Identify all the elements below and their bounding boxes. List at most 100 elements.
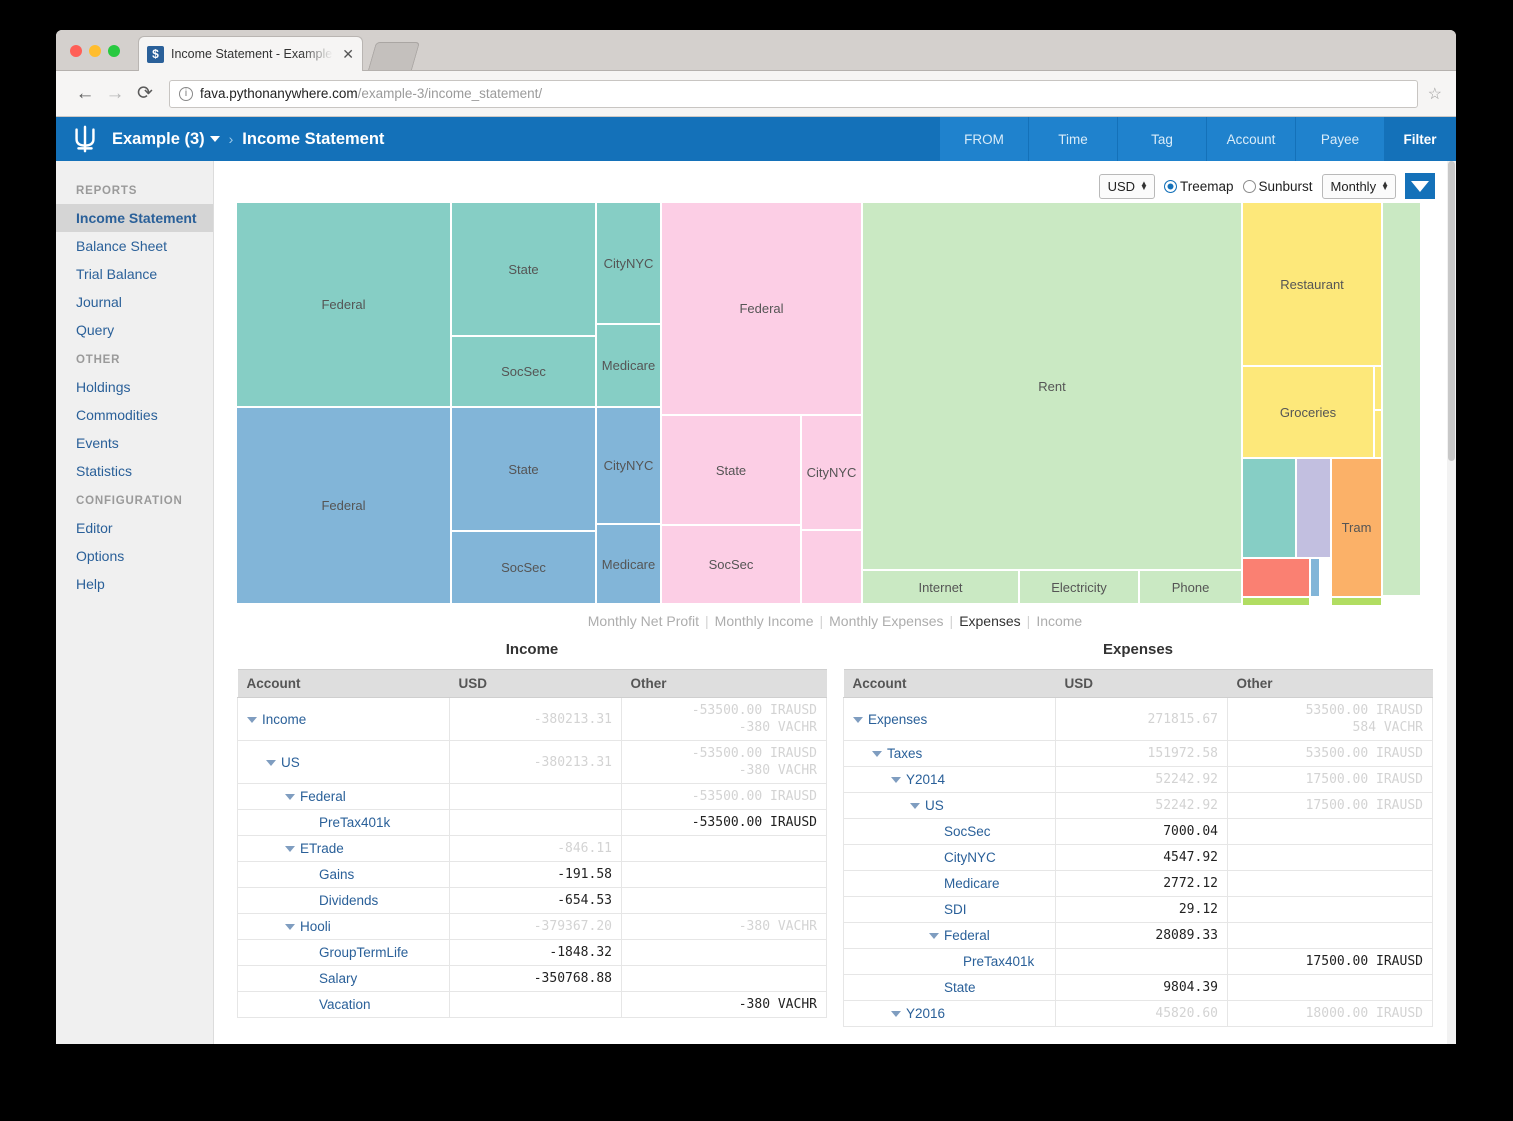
table-row[interactable]: Vacation -380 VACHR <box>237 991 827 1018</box>
treemap-cell-federal[interactable]: Federal <box>662 203 861 414</box>
treemap-cell-citynyc[interactable]: CityNYC <box>802 416 861 529</box>
column-header-usd[interactable]: USD <box>1055 669 1228 698</box>
sidebar-item-balance-sheet[interactable]: Balance Sheet <box>56 232 213 260</box>
forward-icon[interactable]: → <box>100 83 130 105</box>
table-row[interactable]: PreTax401k 17500.00 IRAUSD <box>843 948 1433 975</box>
account-cell[interactable]: US <box>237 740 450 784</box>
chevron-down-icon[interactable] <box>285 846 295 852</box>
table-row[interactable]: ETrade -846.11 <box>237 835 827 862</box>
mode-treemap-radio[interactable]: Treemap <box>1163 179 1234 194</box>
chart-toggle-button[interactable] <box>1405 173 1435 199</box>
account-cell[interactable]: Gains <box>237 861 450 888</box>
table-row[interactable]: Y2014 52242.92 17500.00 IRAUSD <box>843 766 1433 793</box>
table-row[interactable]: US -380213.31 -53500.00 IRAUSD -380 VACHR <box>237 740 827 784</box>
account-cell[interactable]: Vacation <box>237 991 450 1018</box>
table-row[interactable]: PreTax401k -53500.00 IRAUSD <box>237 809 827 836</box>
table-row[interactable]: SocSec 7000.04 <box>843 818 1433 845</box>
table-row[interactable]: Medicare 2772.12 <box>843 870 1433 897</box>
table-row[interactable]: SDI 29.12 <box>843 896 1433 923</box>
treemap-cell-state[interactable]: State <box>452 203 595 335</box>
account-cell[interactable]: PreTax401k <box>843 948 1056 975</box>
chevron-down-icon[interactable] <box>853 716 863 723</box>
treemap-cell-federal[interactable]: Federal <box>237 203 450 406</box>
table-row[interactable]: Salary -350768.88 <box>237 965 827 992</box>
table-row[interactable]: Hooli -379367.20 -380 VACHR <box>237 913 827 940</box>
treemap-cell-tram[interactable]: Tram <box>1332 459 1381 596</box>
info-icon[interactable]: i <box>179 86 193 101</box>
chart-link-income[interactable]: Income <box>1030 613 1088 629</box>
treemap-cell-phone[interactable]: Phone <box>1140 571 1241 603</box>
table-row[interactable]: Gains -191.58 <box>237 861 827 888</box>
account-cell[interactable]: PreTax401k <box>237 809 450 836</box>
table-row[interactable]: US 52242.92 17500.00 IRAUSD <box>843 792 1433 819</box>
table-row[interactable]: State 9804.39 <box>843 974 1433 1001</box>
chevron-down-icon[interactable] <box>910 803 920 809</box>
window-minimize-button[interactable] <box>89 45 101 57</box>
table-row[interactable]: Federal 28089.33 <box>843 922 1433 949</box>
back-icon[interactable]: ← <box>70 83 100 105</box>
ledger-selector[interactable]: Example (3) <box>112 130 220 149</box>
column-header-usd[interactable]: USD <box>449 669 622 698</box>
chevron-down-icon[interactable] <box>872 751 882 757</box>
treemap-cell-socsec[interactable]: SocSec <box>662 526 800 603</box>
account-cell[interactable]: Y2014 <box>843 766 1056 793</box>
treemap-cell[interactable] <box>1243 459 1295 557</box>
new-tab-button[interactable] <box>367 42 421 70</box>
chevron-down-icon[interactable] <box>891 777 901 783</box>
account-cell[interactable]: State <box>843 974 1056 1001</box>
treemap-cell[interactable] <box>1297 459 1330 557</box>
account-cell[interactable]: US <box>843 792 1056 819</box>
sidebar-item-options[interactable]: Options <box>56 542 213 570</box>
chevron-down-icon[interactable] <box>266 759 276 766</box>
browser-tab[interactable]: $ Income Statement - Example (3) ✕ <box>138 36 363 71</box>
currency-select[interactable]: USD ▲ ▼ <box>1098 173 1155 199</box>
address-bar[interactable]: i fava.pythonanywhere.com/example-3/inco… <box>169 79 1418 108</box>
treemap-cell-groceries[interactable]: Groceries <box>1243 367 1373 457</box>
treemap-cell[interactable] <box>1375 367 1381 409</box>
table-row[interactable]: Y2016 45820.60 18000.00 IRAUSD <box>843 1000 1433 1027</box>
window-maximize-button[interactable] <box>108 45 120 57</box>
treemap-cell-medicare[interactable]: Medicare <box>597 325 660 406</box>
filter-account[interactable]: Account <box>1207 117 1295 161</box>
treemap-cell[interactable] <box>802 531 861 603</box>
account-cell[interactable]: Hooli <box>237 913 450 940</box>
chevron-down-icon[interactable] <box>929 933 939 939</box>
treemap-cell-restaurant[interactable]: Restaurant <box>1243 203 1381 365</box>
sidebar-item-commodities[interactable]: Commodities <box>56 401 213 429</box>
bookmark-star-icon[interactable]: ☆ <box>1428 84 1442 104</box>
sidebar-item-trial-balance[interactable]: Trial Balance <box>56 260 213 288</box>
interval-select[interactable]: Monthly ▲ ▼ <box>1321 173 1396 199</box>
chart-link-monthly-expenses[interactable]: Monthly Expenses <box>823 613 949 629</box>
filter-payee[interactable]: Payee <box>1296 117 1384 161</box>
account-cell[interactable]: GroupTermLife <box>237 939 450 966</box>
treemap-cell[interactable] <box>1375 411 1381 457</box>
scrollbar-thumb[interactable] <box>1448 161 1455 461</box>
account-cell[interactable]: SocSec <box>843 818 1056 845</box>
chevron-down-icon[interactable] <box>247 716 257 723</box>
table-row[interactable]: Taxes 151972.58 53500.00 IRAUSD <box>843 740 1433 767</box>
sidebar-item-journal[interactable]: Journal <box>56 288 213 316</box>
table-row[interactable]: Income -380213.31 -53500.00 IRAUSD -380 VA… <box>237 697 827 741</box>
table-row[interactable]: Dividends -654.53 <box>237 887 827 914</box>
treemap-cell-socsec[interactable]: SocSec <box>452 337 595 406</box>
treemap-cell-citynyc[interactable]: CityNYC <box>597 203 660 323</box>
treemap-cell-electricity[interactable]: Electricity <box>1020 571 1138 603</box>
chevron-down-icon[interactable] <box>891 1011 901 1017</box>
treemap-cell-medicare[interactable]: Medicare <box>597 525 660 603</box>
sidebar-item-holdings[interactable]: Holdings <box>56 373 213 401</box>
sidebar-item-statistics[interactable]: Statistics <box>56 457 213 485</box>
sidebar-item-editor[interactable]: Editor <box>56 514 213 542</box>
treemap-cell-internet[interactable]: Internet <box>863 571 1018 603</box>
sidebar-item-events[interactable]: Events <box>56 429 213 457</box>
treemap-cell[interactable] <box>1243 559 1309 596</box>
account-cell[interactable]: Income <box>237 697 450 741</box>
account-cell[interactable]: Dividends <box>237 887 450 914</box>
account-cell[interactable]: Federal <box>843 922 1056 949</box>
mode-sunburst-radio[interactable]: Sunburst <box>1242 179 1313 194</box>
treemap-cell-federal[interactable]: Federal <box>237 408 450 603</box>
column-header-account[interactable]: Account <box>843 669 1056 698</box>
chevron-down-icon[interactable] <box>285 794 295 800</box>
account-cell[interactable]: Y2016 <box>843 1000 1056 1027</box>
filter-from[interactable]: FROM <box>940 117 1028 161</box>
treemap-cell-citynyc[interactable]: CityNYC <box>597 408 660 523</box>
